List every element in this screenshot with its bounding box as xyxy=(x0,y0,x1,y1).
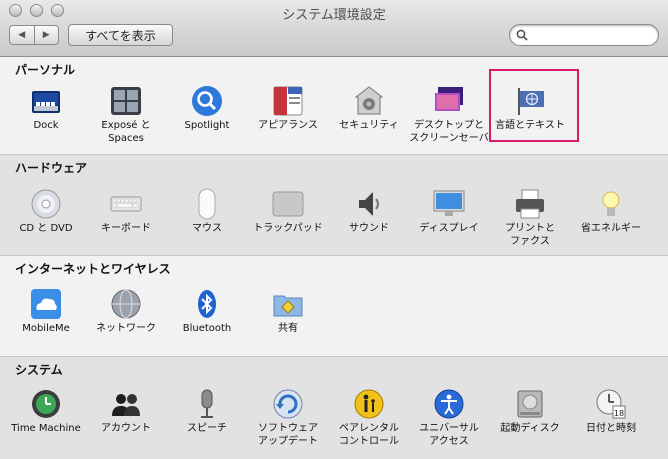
keyboard-icon xyxy=(110,196,142,212)
pref-label: 起動ディスク xyxy=(500,423,560,434)
pref-sharing[interactable]: 共有 xyxy=(248,288,328,335)
pref-label: 省エネルギー xyxy=(581,223,641,234)
forward-arrow-icon: ▶ xyxy=(42,30,50,40)
pref-label: Time Machine xyxy=(11,423,81,434)
software-update-icon xyxy=(273,389,303,419)
pref-label: デスクトップと スクリーンセーバ xyxy=(409,120,489,144)
appearance-icon xyxy=(273,86,303,116)
universal-access-icon xyxy=(434,389,464,419)
navigation-buttons: ◀ ▶ xyxy=(9,25,59,45)
section-title-system: システム xyxy=(15,363,63,377)
accounts-icon xyxy=(112,394,140,416)
pref-appearance[interactable]: アピアランス xyxy=(248,85,328,132)
time-machine-icon xyxy=(32,390,60,418)
calendar-day-text: 18 xyxy=(614,409,624,418)
pref-mouse[interactable]: マウス xyxy=(167,188,247,235)
pref-print-fax[interactable]: プリントと ファクス xyxy=(490,188,570,248)
pref-display[interactable]: ディスプレイ xyxy=(409,188,489,235)
parental-controls-icon xyxy=(354,389,384,419)
pref-label: サウンド xyxy=(349,223,389,234)
mouse-icon xyxy=(198,188,216,220)
pref-software-update[interactable]: ソフトウェア アップデート xyxy=(248,388,328,448)
pref-desktop-screensaver[interactable]: デスクトップと スクリーンセーバ xyxy=(409,85,489,145)
pref-label: ネットワーク xyxy=(96,323,156,334)
pref-network[interactable]: ネットワーク xyxy=(86,288,166,335)
pref-label: ペアレンタル コントロール xyxy=(339,423,399,447)
section-hardware: ハードウェア CD と DVD キーボード マウス トラックパッド サウンド デ… xyxy=(0,154,668,255)
cd-dvd-icon xyxy=(31,189,61,219)
pref-keyboard[interactable]: キーボード xyxy=(86,188,166,235)
pref-label: Dock xyxy=(33,120,59,131)
pref-expose-spaces[interactable]: Exposé と Spaces xyxy=(86,85,166,145)
pref-security[interactable]: セキュリティ xyxy=(329,85,409,132)
section-title-hardware: ハードウェア xyxy=(15,161,88,175)
pref-label: トラックパッド xyxy=(253,223,323,234)
pref-label: アカウント xyxy=(101,423,151,434)
pref-mobileme[interactable]: MobileMe xyxy=(6,288,86,335)
dock-icon xyxy=(32,91,60,113)
sound-icon xyxy=(359,192,379,216)
pref-label: キーボード xyxy=(101,223,151,234)
energy-saver-icon xyxy=(602,191,620,216)
pref-sound[interactable]: サウンド xyxy=(329,188,409,235)
bluetooth-icon xyxy=(198,290,216,318)
pref-label: ソフトウェア アップデート xyxy=(258,423,318,447)
pref-trackpad[interactable]: トラックパッド xyxy=(248,188,328,235)
pref-speech[interactable]: スピーチ xyxy=(167,388,247,435)
search-icon xyxy=(516,29,528,41)
show-all-button[interactable]: すべてを表示 xyxy=(68,24,173,46)
section-system: システム Time Machine アカウント スピーチ ソフトウェア アップデ… xyxy=(0,356,668,459)
section-title-internet: インターネットとワイヤレス xyxy=(15,262,171,276)
pref-label: アピアランス xyxy=(258,120,318,131)
selection-highlight xyxy=(489,69,579,142)
pref-label: MobileMe xyxy=(22,323,70,334)
display-icon xyxy=(433,190,465,216)
pref-energy-saver[interactable]: 省エネルギー xyxy=(571,188,651,235)
pref-label: Spotlight xyxy=(184,120,230,131)
speech-icon xyxy=(201,389,213,418)
pref-label: ユニバーサル アクセス xyxy=(419,423,479,447)
section-title-personal: パーソナル xyxy=(15,63,76,77)
pref-startup-disk[interactable]: 起動ディスク xyxy=(490,388,570,435)
spotlight-icon xyxy=(192,86,222,116)
trackpad-icon xyxy=(272,191,304,217)
forward-button[interactable]: ▶ xyxy=(33,26,59,44)
search-field[interactable] xyxy=(509,24,659,46)
pref-label: スピーチ xyxy=(187,423,227,434)
network-icon xyxy=(111,289,141,319)
pref-label: セキュリティ xyxy=(339,120,399,131)
security-icon xyxy=(354,86,384,115)
desktop-screensaver-icon xyxy=(435,87,463,111)
pref-bluetooth[interactable]: Bluetooth xyxy=(167,288,247,335)
pref-dock[interactable]: Dock xyxy=(6,85,86,132)
pref-label: マウス xyxy=(192,223,222,234)
pref-label: Bluetooth xyxy=(182,323,232,334)
date-time-icon: 18 xyxy=(596,389,626,419)
pref-label: 共有 xyxy=(278,323,298,334)
pref-label: ディスプレイ xyxy=(419,223,479,234)
pref-parental-controls[interactable]: ペアレンタル コントロール xyxy=(329,388,409,448)
startup-disk-icon xyxy=(517,390,543,418)
back-button[interactable]: ◀ xyxy=(10,26,34,44)
sharing-icon xyxy=(273,295,303,317)
pref-date-time[interactable]: 18 日付と時刻 xyxy=(571,388,651,435)
window-toolbar: システム環境設定 ◀ ▶ すべてを表示 xyxy=(0,0,668,57)
pref-label: プリントと ファクス xyxy=(505,223,555,247)
mobileme-icon xyxy=(31,289,61,319)
pref-accounts[interactable]: アカウント xyxy=(86,388,166,435)
expose-spaces-icon xyxy=(111,87,141,115)
pref-cd-dvd[interactable]: CD と DVD xyxy=(6,188,86,235)
pref-label: Exposé と Spaces xyxy=(101,120,151,144)
section-internet-wireless: インターネットとワイヤレス MobileMe ネットワーク Bluetooth … xyxy=(0,255,668,356)
section-personal: パーソナル Dock Exposé と Spaces Spotlight アピア… xyxy=(0,57,668,154)
pref-label: 日付と時刻 xyxy=(586,423,636,434)
print-fax-icon xyxy=(516,189,544,219)
back-arrow-icon: ◀ xyxy=(18,30,26,40)
window-title: システム環境設定 xyxy=(282,8,386,23)
pref-universal-access[interactable]: ユニバーサル アクセス xyxy=(409,388,489,448)
pref-time-machine[interactable]: Time Machine xyxy=(6,388,86,435)
pref-spotlight[interactable]: Spotlight xyxy=(167,85,247,132)
pref-label: CD と DVD xyxy=(19,223,73,234)
